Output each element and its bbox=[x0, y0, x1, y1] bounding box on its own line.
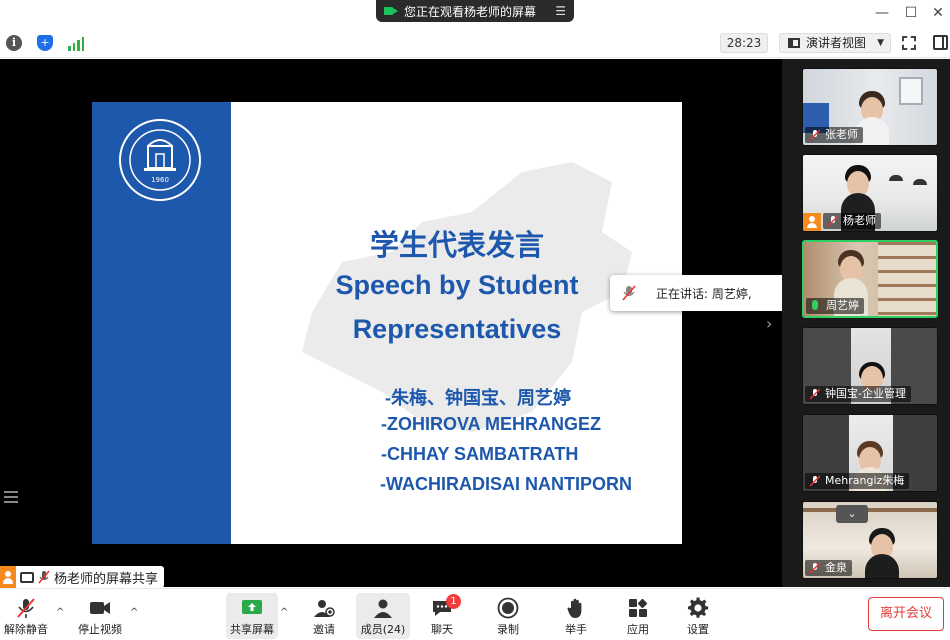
signal-strength-icon[interactable] bbox=[68, 35, 84, 51]
participant-nametag: 金泉 bbox=[805, 560, 852, 576]
participant-nametag: Mehrangiz朱梅 bbox=[805, 473, 910, 489]
mic-muted-icon bbox=[38, 570, 50, 584]
shared-screen-stage: 1960 学生代表发言 Speech by Student Representa… bbox=[0, 59, 782, 587]
participant-tile-active-speaker[interactable]: 周艺婷 bbox=[802, 240, 938, 318]
mic-muted-icon bbox=[810, 475, 820, 487]
chat-label: 聊天 bbox=[431, 623, 453, 636]
mic-muted-icon bbox=[810, 129, 820, 141]
viewing-text: 您正在观看杨老师的屏幕 bbox=[404, 4, 537, 19]
invite-button[interactable]: 邀请 bbox=[304, 593, 344, 639]
meeting-toolbar: 解除静音 ^ 停止视频 ^ 共享屏幕 ^ 邀请 成员(24) 聊天 1 录制 举… bbox=[0, 588, 950, 640]
raise-hand-label: 举手 bbox=[565, 623, 587, 636]
slide-presenter-name: -朱梅、钟国宝、周艺婷 bbox=[385, 388, 571, 408]
participant-nametag: 杨老师 bbox=[823, 213, 881, 229]
record-icon bbox=[497, 597, 519, 619]
chevron-right-icon[interactable]: › bbox=[766, 314, 772, 333]
participant-name: 金泉 bbox=[825, 561, 847, 574]
add-person-icon bbox=[314, 600, 335, 617]
screen-icon bbox=[20, 571, 34, 583]
stop-video-button[interactable]: 停止视频 bbox=[74, 593, 126, 639]
participant-tile[interactable]: 杨老师 bbox=[802, 154, 938, 232]
apps-grid-icon bbox=[629, 598, 648, 617]
gallery-panel-toggle-icon[interactable] bbox=[933, 35, 948, 50]
mic-muted-icon bbox=[622, 285, 636, 301]
participants-button[interactable]: 成员(24) bbox=[356, 593, 410, 639]
university-logo-icon: 1960 bbox=[119, 119, 201, 201]
unmute-button[interactable]: 解除静音 bbox=[2, 593, 50, 639]
maximize-button[interactable]: ☐ bbox=[901, 3, 921, 23]
view-mode-dropdown[interactable]: 演讲者视图 ▼ bbox=[779, 33, 891, 53]
title-bar: 您正在观看杨老师的屏幕 ☰ — ☐ ✕ bbox=[0, 0, 950, 28]
screen-share-owner-text: 杨老师的屏幕共享 bbox=[54, 571, 159, 587]
participant-tile[interactable]: 张老师 bbox=[802, 68, 938, 146]
meeting-status-bar: i + 28:23 演讲者视图 ▼ bbox=[0, 28, 950, 58]
slide-presenter-name: -WACHIRADISAI NANTIPORN bbox=[380, 474, 632, 494]
video-camera-icon bbox=[90, 602, 110, 614]
speaker-view-icon bbox=[788, 38, 800, 48]
info-icon[interactable]: i bbox=[6, 35, 22, 51]
record-button[interactable]: 录制 bbox=[488, 593, 528, 639]
participant-nametag: 钟国宝-企业管理 bbox=[805, 386, 911, 402]
raise-hand-button[interactable]: 举手 bbox=[556, 593, 596, 639]
chevron-up-icon[interactable]: ^ bbox=[56, 607, 64, 618]
active-speaker-label: 正在讲话: 周艺婷, bbox=[656, 287, 752, 301]
participants-icon bbox=[374, 599, 392, 618]
participant-nametag: 张老师 bbox=[805, 127, 863, 143]
host-badge-icon bbox=[0, 566, 16, 588]
view-options-icon[interactable]: ☰ bbox=[555, 4, 566, 18]
mic-muted-icon bbox=[810, 388, 820, 400]
minimize-button[interactable]: — bbox=[872, 3, 892, 23]
mic-muted-icon bbox=[828, 215, 838, 227]
menu-handle-icon[interactable] bbox=[4, 491, 18, 505]
share-screen-button[interactable]: 共享屏幕 bbox=[226, 593, 278, 639]
gear-icon bbox=[687, 597, 709, 618]
screen-share-owner-label: 杨老师的屏幕共享 bbox=[0, 566, 165, 588]
presentation-slide: 1960 学生代表发言 Speech by Student Representa… bbox=[92, 102, 682, 544]
mic-muted-icon bbox=[810, 562, 820, 574]
view-mode-label: 演讲者视图 bbox=[806, 36, 867, 50]
screen-share-icon bbox=[384, 6, 398, 16]
shield-icon[interactable]: + bbox=[37, 35, 53, 51]
share-screen-icon bbox=[242, 600, 262, 614]
participant-nametag: 周艺婷 bbox=[806, 298, 864, 314]
apps-label: 应用 bbox=[627, 623, 649, 636]
logo-year: 1960 bbox=[151, 176, 169, 184]
mic-muted-icon bbox=[17, 598, 35, 618]
chevron-down-icon: ▼ bbox=[877, 38, 884, 48]
participant-name: 周艺婷 bbox=[826, 299, 859, 312]
meeting-timer: 28:23 bbox=[720, 33, 768, 53]
mic-on-icon bbox=[812, 300, 818, 310]
chevron-up-icon[interactable]: ^ bbox=[280, 607, 288, 618]
participant-tile[interactable]: 金泉 bbox=[802, 501, 938, 579]
stop-video-label: 停止视频 bbox=[78, 623, 122, 636]
participant-tile[interactable]: 钟国宝-企业管理 bbox=[802, 327, 938, 405]
participant-name: 杨老师 bbox=[843, 214, 876, 227]
unmute-label: 解除静音 bbox=[4, 623, 48, 636]
leave-meeting-button[interactable]: 离开会议 bbox=[868, 597, 944, 631]
participant-tile[interactable]: Mehrangiz朱梅 bbox=[802, 414, 938, 492]
chevron-up-icon[interactable]: ^ bbox=[130, 607, 138, 618]
host-badge-icon bbox=[803, 213, 821, 231]
settings-button[interactable]: 设置 bbox=[678, 593, 718, 639]
invite-label: 邀请 bbox=[313, 623, 335, 636]
participants-label: 成员(24) bbox=[360, 623, 406, 636]
participant-name: 钟国宝-企业管理 bbox=[825, 387, 906, 400]
slide-title-english-line-2: Representatives bbox=[352, 314, 562, 344]
slide-presenter-name: -CHHAY SAMBATRATH bbox=[381, 444, 579, 464]
fullscreen-icon[interactable] bbox=[902, 36, 916, 50]
chat-unread-badge: 1 bbox=[446, 594, 461, 609]
close-button[interactable]: ✕ bbox=[928, 3, 948, 23]
slide-side-band: 1960 bbox=[92, 102, 231, 544]
gallery-scroll-down-button[interactable]: ⌄ bbox=[836, 505, 868, 523]
viewing-indicator[interactable]: 您正在观看杨老师的屏幕 ☰ bbox=[376, 0, 574, 22]
apps-button[interactable]: 应用 bbox=[618, 593, 658, 639]
participant-name: 张老师 bbox=[825, 128, 858, 141]
participant-name: Mehrangiz朱梅 bbox=[825, 474, 905, 487]
slide-title-chinese: 学生代表发言 bbox=[369, 228, 544, 262]
raise-hand-icon bbox=[567, 598, 582, 618]
share-screen-label: 共享屏幕 bbox=[230, 623, 274, 636]
record-label: 录制 bbox=[497, 623, 519, 636]
settings-label: 设置 bbox=[687, 623, 709, 636]
slide-presenter-name: -ZOHIROVA MEHRANGEZ bbox=[381, 414, 601, 434]
